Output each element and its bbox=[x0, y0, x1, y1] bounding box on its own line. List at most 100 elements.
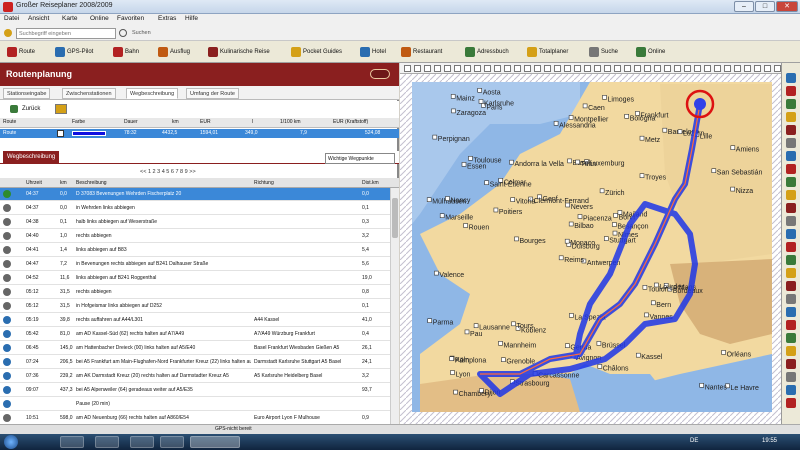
toolbar-pocket-button[interactable]: Pocket Guides bbox=[288, 45, 345, 59]
map-tool-icon[interactable] bbox=[414, 65, 421, 72]
map-layer-icon[interactable] bbox=[786, 164, 796, 174]
toolbar-bahn-button[interactable]: Bahn bbox=[110, 45, 142, 59]
toolbar-gps-button[interactable]: GPS-Pilot bbox=[52, 45, 96, 59]
task-firefox[interactable] bbox=[130, 436, 154, 448]
directions-scrollbar[interactable] bbox=[390, 188, 399, 424]
map-tool-icon[interactable] bbox=[724, 65, 731, 72]
toolbar-totalplaner-button[interactable]: Totalplaner bbox=[524, 45, 571, 59]
tab-wegbeschreibung[interactable]: Wegbeschreibung bbox=[126, 88, 179, 99]
map-tool-icon[interactable] bbox=[454, 65, 461, 72]
task-media[interactable] bbox=[95, 436, 119, 448]
tab-umfang[interactable]: Umfang der Route bbox=[186, 88, 239, 99]
toolbar-hotel-button[interactable]: Hotel bbox=[357, 45, 389, 59]
menu-extras[interactable]: Extras bbox=[158, 15, 176, 22]
map-tool-icon[interactable] bbox=[584, 65, 591, 72]
maximize-button[interactable]: □ bbox=[755, 1, 775, 12]
toolbar-online-button[interactable]: Online bbox=[633, 45, 668, 59]
start-button[interactable] bbox=[4, 435, 18, 449]
back-arrow-icon[interactable] bbox=[10, 105, 18, 113]
search-input[interactable] bbox=[16, 28, 116, 39]
map-layer-icon[interactable] bbox=[786, 294, 796, 304]
scroll-thumb[interactable] bbox=[392, 198, 398, 238]
direction-row[interactable]: 07:36 239,2 am AK Darmstadt Kreuz (20) rec… bbox=[0, 370, 390, 383]
map-tool-icon[interactable] bbox=[714, 65, 721, 72]
pager[interactable]: << 1 2 3 4 5 6 7 8 9 >> bbox=[140, 169, 196, 175]
map-tool-icon[interactable] bbox=[524, 65, 531, 72]
direction-row[interactable]: 07:24 206,5 bei A5 Frankfurt am Main-Flugh… bbox=[0, 356, 390, 369]
map-layer-icon[interactable] bbox=[786, 190, 796, 200]
map-tool-icon[interactable] bbox=[484, 65, 491, 72]
map-tool-icon[interactable] bbox=[404, 65, 411, 72]
map-tool-icon[interactable] bbox=[774, 65, 781, 72]
direction-row[interactable]: 05:42 81,0 am AD Kassel-Süd (62) rechts ha… bbox=[0, 328, 390, 341]
map-layer-icon[interactable] bbox=[786, 99, 796, 109]
map-tool-icon[interactable] bbox=[554, 65, 561, 72]
map-tool-icon[interactable] bbox=[594, 65, 601, 72]
minimize-button[interactable]: – bbox=[734, 1, 754, 12]
task-reiseplaner[interactable] bbox=[190, 436, 240, 448]
tab-zwischenstationen[interactable]: Zwischenstationen bbox=[62, 88, 116, 99]
map-layer-icon[interactable] bbox=[786, 216, 796, 226]
direction-row[interactable]: 04:41 1,4 links abbiegen auf B83 5,4 bbox=[0, 244, 390, 257]
map-tool-icon[interactable] bbox=[614, 65, 621, 72]
map-tool-icon[interactable] bbox=[674, 65, 681, 72]
close-button[interactable]: ✕ bbox=[776, 1, 798, 12]
map-layer-icon[interactable] bbox=[786, 242, 796, 252]
toolbar-route-button[interactable]: Route bbox=[4, 45, 38, 59]
menu-datei[interactable]: Datei bbox=[4, 15, 19, 22]
map-tool-icon[interactable] bbox=[644, 65, 651, 72]
direction-row[interactable]: 04:38 0,1 halb links abbiegen auf Weserstr… bbox=[0, 216, 390, 229]
map-tool-icon[interactable] bbox=[504, 65, 511, 72]
direction-row[interactable]: 04:40 1,0 rechts abbiegen 3,2 bbox=[0, 230, 390, 243]
map-layer-icon[interactable] bbox=[786, 229, 796, 239]
toolbar-ausflug-button[interactable]: Ausflug bbox=[155, 45, 193, 59]
map-tool-icon[interactable] bbox=[624, 65, 631, 72]
map-layer-icon[interactable] bbox=[786, 385, 796, 395]
map-layer-icon[interactable] bbox=[786, 307, 796, 317]
direction-row[interactable]: 04:37 0,0 in Wehrden links abbiegen 0,1 bbox=[0, 202, 390, 215]
map-layer-icon[interactable] bbox=[786, 398, 796, 408]
map-layer-icon[interactable] bbox=[786, 281, 796, 291]
map-tool-icon[interactable] bbox=[764, 65, 771, 72]
map-layer-icon[interactable] bbox=[786, 333, 796, 343]
map-tool-icon[interactable] bbox=[534, 65, 541, 72]
map-tool-icon[interactable] bbox=[704, 65, 711, 72]
map-tool-icon[interactable] bbox=[444, 65, 451, 72]
summary-row[interactable]: Route 78:32 4432,5 1594,01 349,0 7,9 524… bbox=[0, 129, 399, 138]
toolbar-adressbuch-button[interactable]: Adressbuch bbox=[462, 45, 512, 59]
map-tool-icon[interactable] bbox=[564, 65, 571, 72]
tab-stationseingabe[interactable]: Stationseingabe bbox=[3, 88, 51, 99]
toolbar-suche-button[interactable]: Suche bbox=[586, 45, 621, 59]
map-layer-icon[interactable] bbox=[786, 372, 796, 382]
waypoint-select[interactable]: Wichtige Wegpunkte bbox=[325, 153, 395, 164]
direction-row[interactable]: 05:12 31,5 rechts abbiegen 0,8 bbox=[0, 286, 390, 299]
task-explorer[interactable] bbox=[60, 436, 84, 448]
weg-tab[interactable]: Wegbeschreibung bbox=[3, 151, 60, 164]
print-icon[interactable] bbox=[55, 104, 67, 114]
map-tool-icon[interactable] bbox=[464, 65, 471, 72]
map-tool-icon[interactable] bbox=[754, 65, 761, 72]
map-layer-icon[interactable] bbox=[786, 346, 796, 356]
direction-row[interactable]: 05:19 39,8 rechts auffahren auf A44/L301 A4… bbox=[0, 314, 390, 327]
toolbar-kulinarisch-button[interactable]: Kulinarische Reise bbox=[205, 45, 273, 59]
map-view[interactable]: Antwerpen Essen Duisburg Köln Bonn Koblenz Fra… bbox=[400, 63, 781, 424]
menu-online[interactable]: Online bbox=[90, 15, 109, 22]
map-layer-icon[interactable] bbox=[786, 320, 796, 330]
map-layer-icon[interactable] bbox=[786, 268, 796, 278]
direction-row[interactable]: 10:51 598,0 am AD Neuenburg (66) rechts ha… bbox=[0, 412, 390, 424]
language-indicator[interactable]: DE bbox=[690, 438, 698, 444]
map-layer-icon[interactable] bbox=[786, 359, 796, 369]
map-tool-icon[interactable] bbox=[634, 65, 641, 72]
map-layer-icon[interactable] bbox=[786, 86, 796, 96]
direction-row[interactable]: 04:37 0,0 D 37083 Bevenungen Wehrden Fisch… bbox=[0, 188, 390, 201]
direction-row[interactable]: 05:12 31,5 in Hofgeismar links abbiegen au… bbox=[0, 300, 390, 313]
search-icon[interactable] bbox=[119, 29, 127, 37]
search-label[interactable]: Suchen bbox=[132, 30, 151, 36]
map-tool-icon[interactable] bbox=[474, 65, 481, 72]
map-tool-icon[interactable] bbox=[744, 65, 751, 72]
map-canvas[interactable]: AntwerpenEssenDuisburgKölnBonnKoblenzFra… bbox=[400, 74, 781, 424]
menu-favoriten[interactable]: Favoriten bbox=[117, 15, 144, 22]
menu-ansicht[interactable]: Ansicht bbox=[28, 15, 49, 22]
back-button[interactable]: Zurück bbox=[22, 106, 40, 112]
map-layer-icon[interactable] bbox=[786, 177, 796, 187]
